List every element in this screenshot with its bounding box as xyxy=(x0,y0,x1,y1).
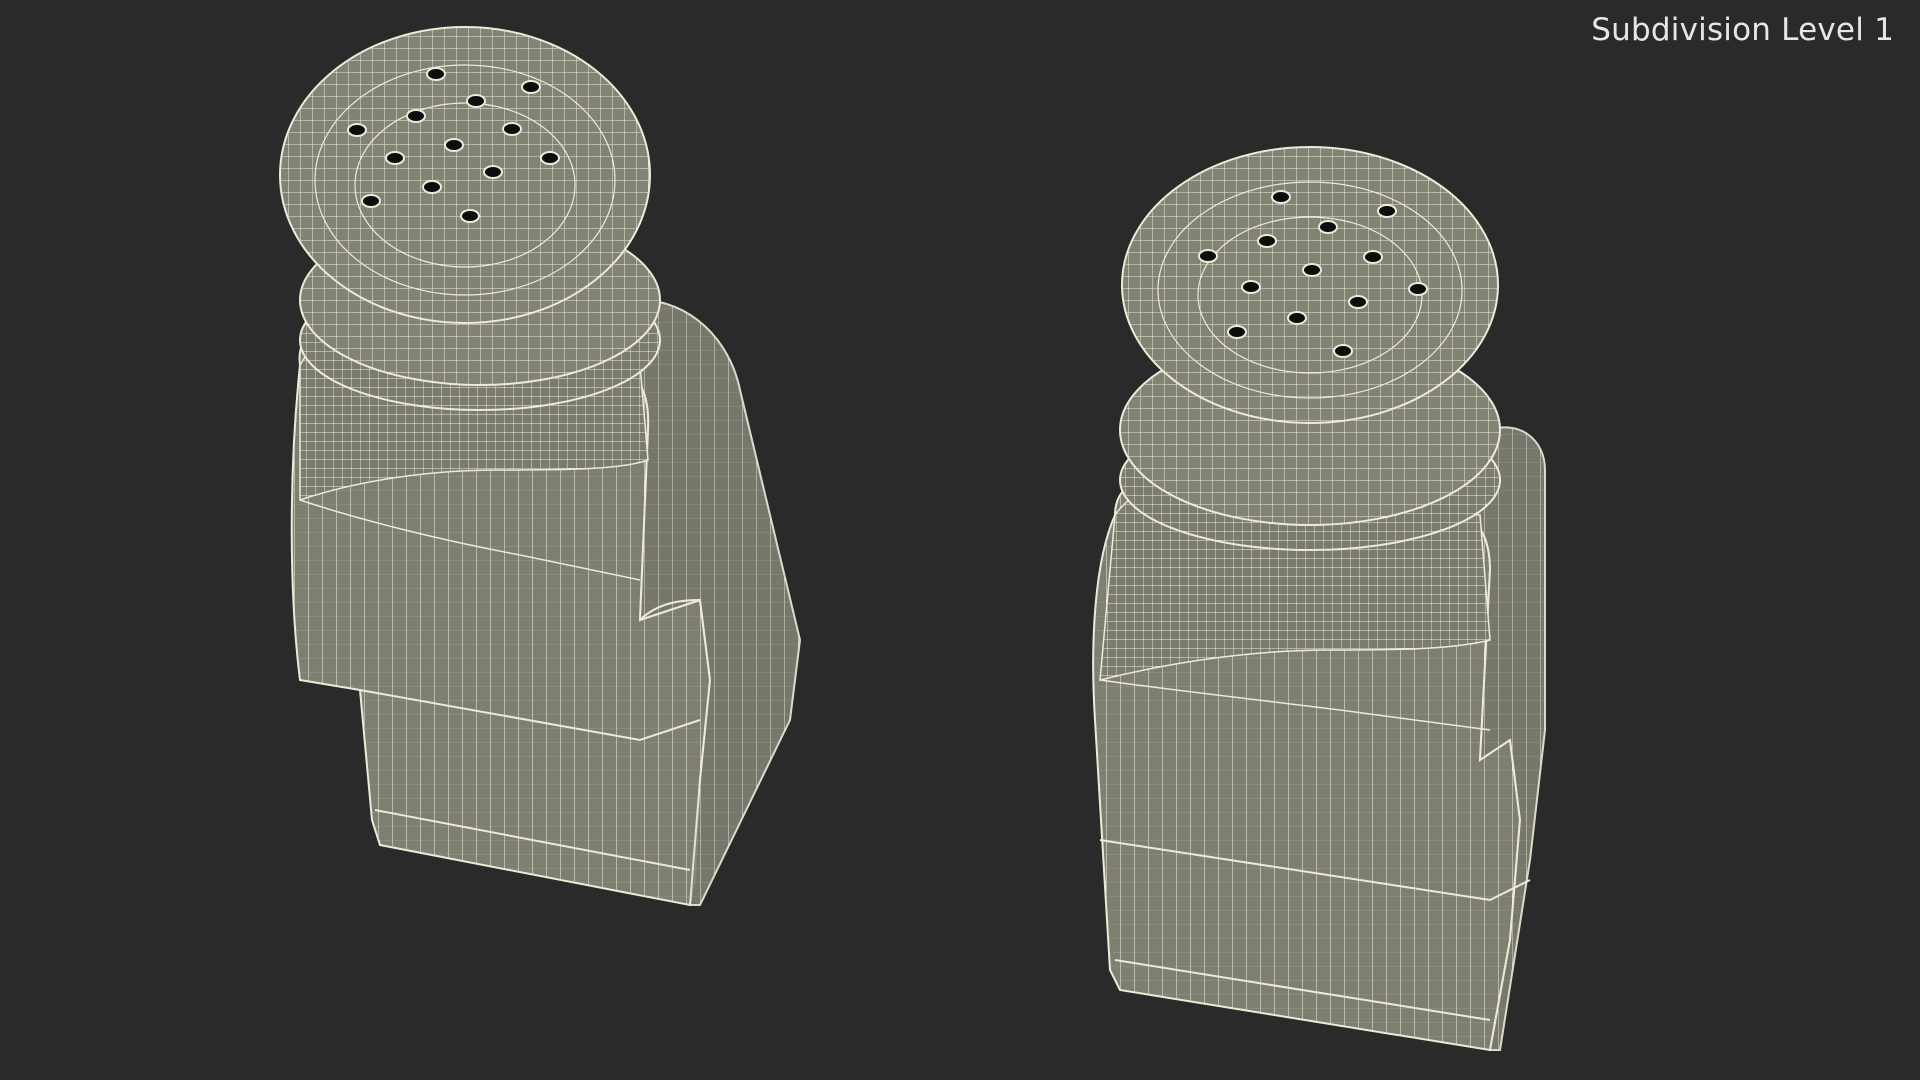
left-cap-top xyxy=(279,26,651,324)
salt-shaker-right[interactable] xyxy=(1092,146,1546,1052)
3d-viewport[interactable]: Subdivision Level 1 xyxy=(0,0,1920,1080)
salt-shaker-left[interactable] xyxy=(279,26,802,907)
wireframe-scene xyxy=(279,26,1546,1052)
right-cap-top xyxy=(1121,146,1499,424)
